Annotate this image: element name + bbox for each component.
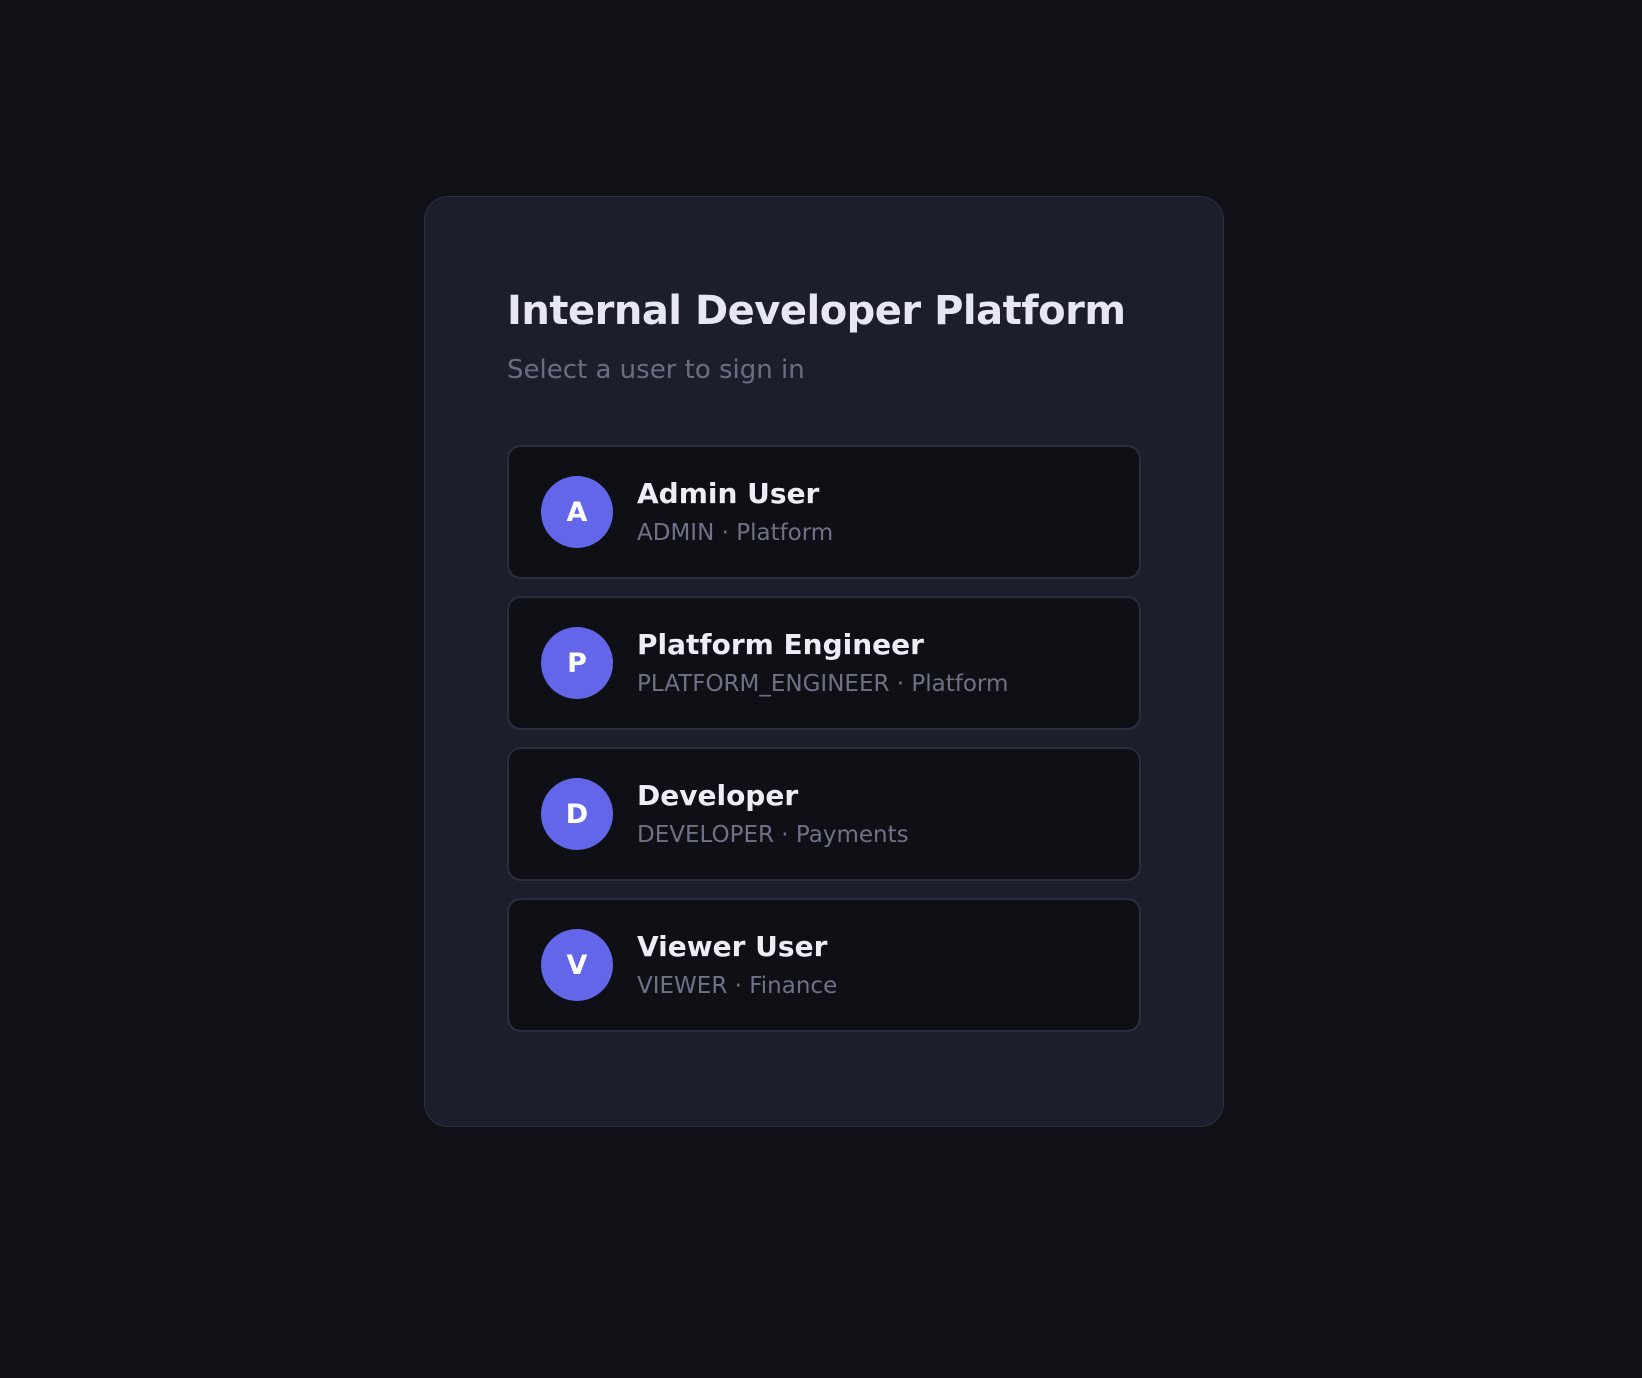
user-name: Platform Engineer [637, 628, 924, 661]
user-name: Developer [637, 779, 799, 812]
user-role-team: ADMIN · Platform [637, 520, 834, 546]
user-option-developer[interactable]: D Developer DEVELOPER · Payments [507, 747, 1141, 881]
user-option-platform-engineer[interactable]: P Platform Engineer PLATFORM_ENGINEER · … [507, 596, 1141, 730]
avatar: A [541, 476, 613, 548]
avatar: P [541, 627, 613, 699]
page-title: Internal Developer Platform [507, 288, 1126, 334]
user-name: Viewer User [637, 930, 828, 963]
user-list: A Admin User ADMIN · Platform P Platform… [507, 445, 1141, 1032]
avatar: V [541, 929, 613, 1001]
avatar: D [541, 778, 613, 850]
user-info: Developer DEVELOPER · Payments [637, 778, 909, 850]
user-role-team: DEVELOPER · Payments [637, 822, 909, 848]
user-info: Platform Engineer PLATFORM_ENGINEER · Pl… [637, 627, 1008, 699]
user-name: Admin User [637, 477, 820, 510]
user-info: Viewer User VIEWER · Finance [637, 929, 837, 1001]
user-option-viewer[interactable]: V Viewer User VIEWER · Finance [507, 898, 1141, 1032]
user-option-admin[interactable]: A Admin User ADMIN · Platform [507, 445, 1141, 579]
user-info: Admin User ADMIN · Platform [637, 476, 833, 548]
user-role-team: VIEWER · Finance [637, 973, 838, 999]
login-card: Internal Developer Platform Select a use… [424, 196, 1224, 1127]
user-role-team: PLATFORM_ENGINEER · Platform [637, 671, 1009, 697]
page-subtitle: Select a user to sign in [507, 355, 805, 385]
